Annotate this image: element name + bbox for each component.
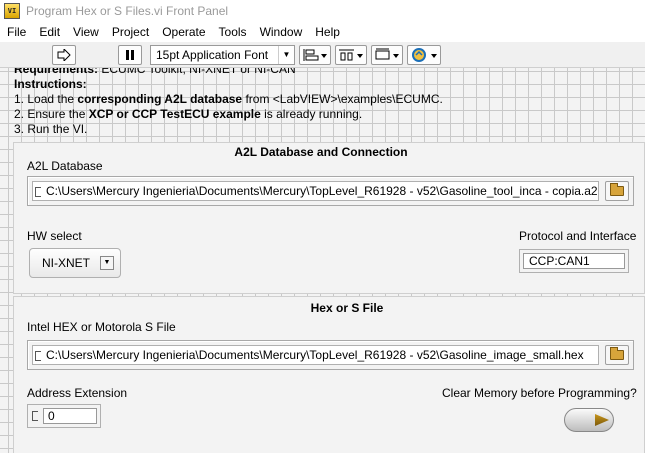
align-icon (303, 49, 327, 61)
distribute-objects-button[interactable] (335, 45, 367, 65)
font-select[interactable]: 15pt Application Font ▼ (150, 45, 295, 65)
instruction-step-2: 2. Ensure the XCP or CCP TestECU example… (14, 107, 644, 122)
a2l-cluster-title: A2L Database and Connection (234, 145, 408, 159)
address-extension-value[interactable]: 0 (43, 408, 97, 424)
step2-b: XCP or CCP TestECU example (88, 107, 261, 121)
clear-memory-toggle[interactable] (564, 408, 614, 432)
reorder-icon (412, 48, 437, 62)
protocol-interface-value: CCP:CAN1 (523, 253, 625, 269)
step2-a: 2. Ensure the (14, 107, 89, 121)
hex-cluster-title: Hex or S File (310, 301, 384, 315)
toolbar: 15pt Application Font ▼ (0, 42, 645, 68)
a2l-connection-cluster: A2L Database and Connection A2L Database… (13, 142, 645, 294)
path-handle-icon (35, 351, 41, 361)
a2l-browse-button[interactable] (605, 181, 629, 201)
resize-objects-button[interactable] (371, 45, 403, 65)
menu-project[interactable]: Project (105, 25, 155, 39)
hex-file-path-value: C:\Users\Mercury Ingenieria\Documents\Me… (46, 348, 584, 362)
protocol-interface-label: Protocol and Interface (519, 229, 637, 243)
title-bar: VI Program Hex or S Files.vi Front Panel (0, 0, 645, 22)
hex-file-path-control[interactable]: C:\Users\Mercury Ingenieria\Documents\Me… (27, 340, 634, 370)
hex-browse-button[interactable] (605, 345, 629, 365)
menu-file[interactable]: File (0, 25, 32, 39)
address-extension-label: Address Extension (27, 386, 128, 400)
menu-bar: File Edit View Project Operate Tools Win… (0, 22, 645, 42)
step1-a: 1. Load the (14, 92, 78, 106)
step1-b: corresponding A2L database (77, 92, 243, 106)
hw-select-label: HW select (27, 229, 82, 243)
instruction-step-3: 3. Run the VI. (14, 122, 644, 137)
labview-vi-icon: VI (4, 3, 20, 19)
requirements-line: Requirements: ECUMC Toolkit, NI-XNET or … (14, 68, 644, 77)
step3: 3. Run the VI. (14, 122, 88, 136)
menu-tools[interactable]: Tools (212, 25, 253, 39)
requirements-text: ECUMC Toolkit, NI-XNET or NI-CAN (98, 68, 296, 76)
folder-icon (610, 183, 624, 196)
menu-view[interactable]: View (66, 25, 105, 39)
hw-select-value: NI-XNET (42, 256, 90, 270)
address-extension-control[interactable]: 0 (27, 404, 101, 428)
pause-button[interactable] (118, 45, 142, 65)
align-objects-button[interactable] (299, 45, 331, 65)
menu-window[interactable]: Window (253, 25, 309, 39)
hex-file-cluster: Hex or S File Intel HEX or Motorola S Fi… (13, 296, 645, 453)
requirements-label: Requirements: (14, 68, 99, 76)
toggle-led-icon (595, 414, 609, 426)
clear-memory-label: Clear Memory before Programming? (442, 386, 637, 400)
pause-icon (126, 50, 134, 60)
run-button[interactable] (52, 45, 76, 65)
a2l-database-path-value: C:\Users\Mercury Ingenieria\Documents\Me… (46, 184, 599, 198)
reorder-button[interactable] (407, 45, 441, 65)
front-panel: Requirements: ECUMC Toolkit, NI-XNET or … (0, 68, 645, 453)
instruction-step-1: 1. Load the corresponding A2L database f… (14, 92, 644, 107)
folder-icon (610, 347, 624, 360)
instructions-heading-line: Instructions: (14, 77, 644, 92)
chevron-down-icon[interactable]: ▼ (100, 256, 114, 270)
instructions-text: Requirements: ECUMC Toolkit, NI-XNET or … (14, 68, 644, 137)
window-title: Program Hex or S Files.vi Front Panel (26, 4, 229, 18)
step2-c: is already running. (260, 107, 363, 121)
distribute-icon (339, 49, 363, 61)
menu-edit[interactable]: Edit (32, 25, 66, 39)
run-arrow-icon (57, 49, 71, 61)
menu-help[interactable]: Help (308, 25, 346, 39)
increment-decrement-icon[interactable] (32, 411, 38, 421)
step1-c: from <LabVIEW>\examples\ECUMC. (242, 92, 443, 106)
font-select-value: 15pt Application Font (156, 48, 269, 62)
hw-select-ring[interactable]: NI-XNET ▼ (29, 248, 121, 278)
protocol-interface-indicator: CCP:CAN1 (519, 249, 629, 273)
instructions-heading: Instructions: (14, 77, 87, 91)
menu-operate[interactable]: Operate (155, 25, 211, 39)
path-handle-icon (35, 187, 41, 197)
a2l-database-path-control[interactable]: C:\Users\Mercury Ingenieria\Documents\Me… (27, 176, 634, 206)
hex-file-label: Intel HEX or Motorola S File (27, 320, 176, 334)
hex-file-path-input[interactable]: C:\Users\Mercury Ingenieria\Documents\Me… (32, 345, 599, 365)
a2l-database-label: A2L Database (27, 159, 103, 173)
a2l-database-path-input[interactable]: C:\Users\Mercury Ingenieria\Documents\Me… (32, 181, 599, 201)
chevron-down-icon: ▼ (278, 46, 294, 64)
resize-icon (375, 48, 399, 60)
